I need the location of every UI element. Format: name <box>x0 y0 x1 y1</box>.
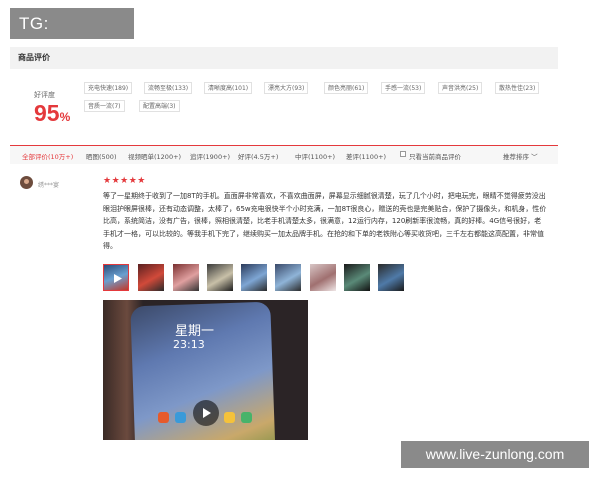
app-icon <box>224 412 235 423</box>
tag-item[interactable]: 手感一流(53) <box>381 82 426 94</box>
tag-item[interactable]: 配置高端(3) <box>139 100 180 112</box>
tag-item[interactable]: 充电快速(189) <box>84 82 133 94</box>
user-name: 绣***宴 <box>38 182 60 189</box>
thumbnail-image[interactable] <box>207 264 233 291</box>
tg-badge: TG: MYYJJPP <box>10 8 134 64</box>
sort-dropdown[interactable]: 推荐排序 ﹀ <box>503 151 538 161</box>
app-icon <box>175 412 186 423</box>
current-only-label: 只看当前商品评价 <box>409 153 461 161</box>
tag-item[interactable]: 流畅至极(133) <box>144 82 193 94</box>
rating-number: 95 <box>34 100 60 126</box>
filter-followup[interactable]: 追评(1900+) <box>190 151 230 161</box>
thumbnail-image[interactable] <box>173 264 199 291</box>
thumbnail-image[interactable] <box>310 264 336 291</box>
app-icon <box>158 412 169 423</box>
app-icon <box>241 412 252 423</box>
clock-time: 23:13 <box>173 338 205 351</box>
watermark: www.live-zunlong.com <box>401 441 589 468</box>
tag-item[interactable]: 音质一流(7) <box>84 100 125 112</box>
play-button[interactable] <box>193 400 219 426</box>
tag-item[interactable]: 漂亮大方(93) <box>264 82 309 94</box>
rating-label: 好评度 <box>34 91 55 99</box>
thumbnail-image[interactable] <box>138 264 164 291</box>
section-title: 商品评价 <box>10 47 558 69</box>
chevron-down-icon: ﹀ <box>531 153 538 161</box>
filter-all[interactable]: 全部评价(10万+) <box>22 151 73 161</box>
clock-day: 星期一 <box>175 324 215 339</box>
avatar <box>20 176 33 189</box>
sort-label: 推荐排序 <box>503 153 529 161</box>
thumbnail-video[interactable] <box>103 264 129 291</box>
filter-bar: 全部评价(10万+) 晒图(500) 视频晒单(1200+) 追评(1900+)… <box>10 145 558 164</box>
tag-item[interactable]: 散热性佳(23) <box>495 82 540 94</box>
filter-negative[interactable]: 差评(1100+) <box>346 151 386 161</box>
rating-value: 95% <box>34 100 70 127</box>
video-player[interactable]: 星期一 23:13 <box>103 300 308 440</box>
tag-item[interactable]: 清晰度高(101) <box>204 82 253 94</box>
play-icon <box>203 408 211 418</box>
tag-item[interactable]: 声音洪亮(25) <box>438 82 483 94</box>
review-text: 等了一星期终于收到了一加8T的手机。直面屏非常喜欢，不喜欢曲面屏，屏幕显示细腻很… <box>103 192 547 250</box>
thumbnail-image[interactable] <box>241 264 267 291</box>
rating-unit: % <box>59 110 71 124</box>
thumbnail-image[interactable] <box>275 264 301 291</box>
star-rating: ★★★★★ <box>103 176 146 186</box>
thumbnail-image[interactable] <box>378 264 404 291</box>
thumbnail-image[interactable] <box>344 264 370 291</box>
tag-item[interactable]: 颜色亮丽(61) <box>324 82 369 94</box>
filter-neutral[interactable]: 中评(1100+) <box>295 151 335 161</box>
filter-video[interactable]: 视频晒单(1200+) <box>128 151 181 161</box>
play-icon <box>114 274 122 283</box>
filter-positive[interactable]: 好评(4.5万+) <box>238 151 278 161</box>
current-only-checkbox[interactable] <box>400 151 406 157</box>
filter-photos[interactable]: 晒图(500) <box>86 151 116 161</box>
